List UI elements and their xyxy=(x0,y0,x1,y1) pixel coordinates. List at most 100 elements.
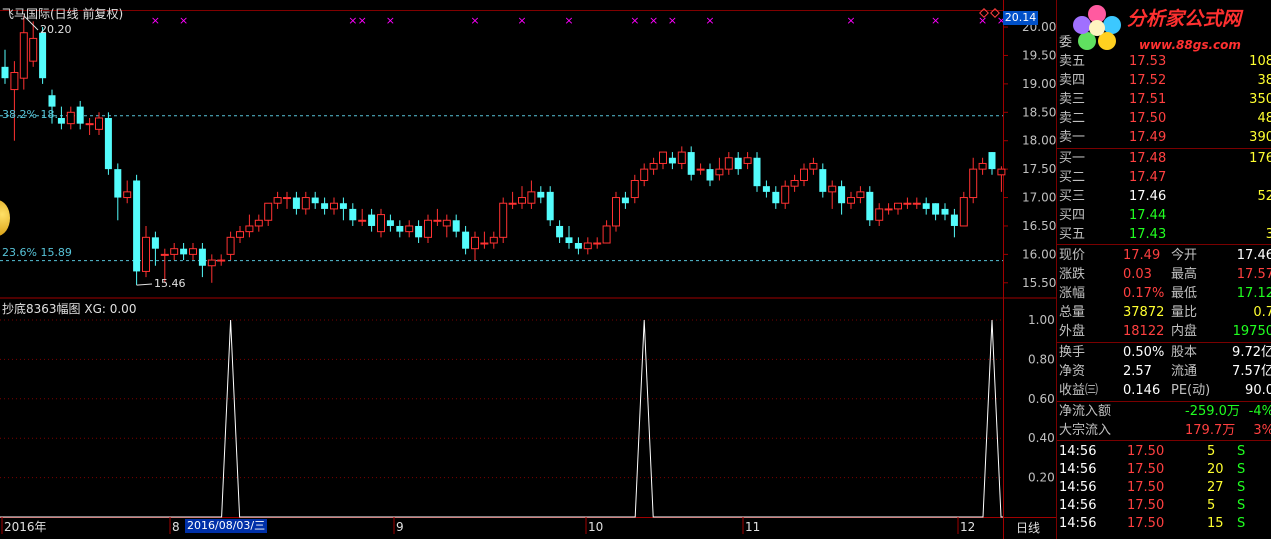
low-pointer xyxy=(136,283,153,286)
candle-body xyxy=(236,231,244,238)
tick-row: 14:56 17.50 20 S xyxy=(1057,460,1271,479)
stat-value: 19750 xyxy=(1232,324,1271,339)
bid-price: 17.47 xyxy=(1129,170,1167,185)
tick-row: 14:56 17.50 5 S xyxy=(1057,442,1271,461)
fund-value: 0.50% xyxy=(1123,345,1165,360)
candle-body xyxy=(151,237,159,249)
signal-marker: × xyxy=(517,14,526,27)
candle-body xyxy=(48,95,56,107)
candle-body xyxy=(556,225,564,238)
flow-percent: 3% xyxy=(1253,423,1271,438)
signal-marker: × xyxy=(846,14,855,27)
fund-label: 净资 xyxy=(1059,364,1086,379)
tick-price: 17.50 xyxy=(1127,516,1165,531)
candle-body xyxy=(866,191,874,221)
quote-panel: 分析家公式网 www.88gs.com 委 卖五17.53108卖四17.523… xyxy=(1056,0,1271,539)
stat-label: 涨幅 xyxy=(1059,286,1086,301)
candle-body xyxy=(809,162,818,170)
candle-body xyxy=(875,208,884,221)
stat-label: 现价 xyxy=(1059,248,1086,263)
candle-body xyxy=(273,197,282,204)
ask-label: 卖五 xyxy=(1059,54,1086,69)
candle-body xyxy=(724,157,733,170)
candle-body xyxy=(29,37,38,62)
x-axis-label: 11 xyxy=(745,520,760,534)
tick-price: 17.50 xyxy=(1127,498,1165,513)
ask-label: 卖三 xyxy=(1059,92,1086,107)
tick-time: 14:56 xyxy=(1059,444,1097,459)
indicator-axis-label: 0.40 xyxy=(1028,431,1055,445)
x-axis-label: 12 xyxy=(960,520,975,534)
candle-body xyxy=(10,72,19,91)
wei-row: 委 xyxy=(1057,33,1271,52)
flow-value: -259.0万 xyxy=(1185,404,1240,419)
signal-marker: × xyxy=(179,14,188,27)
fund-value: 90.0 xyxy=(1245,383,1271,398)
candle-body xyxy=(696,168,705,171)
fib-lower-label: 23.6% 15.89 xyxy=(2,246,72,259)
candle-body xyxy=(114,169,122,198)
candle-body xyxy=(668,157,676,164)
candle-body xyxy=(847,197,855,204)
candle-body xyxy=(950,214,958,226)
candle-body xyxy=(57,117,65,124)
flow-percent: -4% xyxy=(1248,404,1271,419)
x-axis-label: 2016年 xyxy=(4,520,47,534)
stat-value: 17.12 xyxy=(1236,286,1271,301)
fund-label: 收益㈢ xyxy=(1059,383,1099,398)
candle-body xyxy=(856,191,865,199)
bid-price: 17.48 xyxy=(1129,151,1167,166)
candle-body xyxy=(743,157,752,164)
candle-body xyxy=(583,242,592,250)
candle-body xyxy=(537,191,545,198)
candle-body xyxy=(330,202,338,210)
tick-price: 17.50 xyxy=(1127,480,1165,495)
fund-value: 7.57亿 xyxy=(1232,364,1271,379)
candle-body xyxy=(706,169,714,181)
candle-body xyxy=(649,162,658,170)
candle-body xyxy=(838,186,846,204)
indicator-axis-label: 0.60 xyxy=(1028,392,1055,406)
stat-value: 17.49 xyxy=(1123,248,1161,263)
bid-price: 17.46 xyxy=(1129,189,1167,204)
bid-row: 买四 17.44 xyxy=(1057,206,1271,225)
price-axis-label: 16.00 xyxy=(1022,247,1056,261)
signal-marker: × xyxy=(470,14,479,27)
tick-row: 14:56 17.50 5 S xyxy=(1057,496,1271,515)
quote-stat-row: 现价 17.49 今开 17.46 xyxy=(1057,246,1271,265)
candle-body xyxy=(85,123,94,126)
wei-label: 委 xyxy=(1059,35,1073,50)
candle-body xyxy=(781,185,790,204)
flow-label: 大宗流入 xyxy=(1059,423,1112,438)
candle-body xyxy=(386,220,394,226)
candle-body xyxy=(884,208,893,211)
ask-volume: 38 xyxy=(1257,73,1271,88)
kline-chart-canvas[interactable]: 20.0019.5019.0018.5018.0017.5017.0016.50… xyxy=(0,0,1056,539)
quote-stat-row: 总量 37872 量比 0.7 xyxy=(1057,303,1271,322)
period-button[interactable]: 日线 xyxy=(1016,519,1040,536)
kline-chart-area[interactable]: 20.00 19.50 19.00 18.50 18.00 17.50 17.00 16.50… xyxy=(0,0,1056,539)
candle-body xyxy=(189,248,197,255)
candle-body xyxy=(405,225,414,233)
candle-body xyxy=(800,168,808,181)
flow-row: 净流入额 -259.0万 -4% xyxy=(1057,402,1271,421)
candle-body xyxy=(941,208,949,215)
signal-marker: × xyxy=(358,14,367,27)
ask-price: 17.50 xyxy=(1129,111,1167,126)
candle-body xyxy=(997,168,1006,176)
indicator-axis-label: 1.00 xyxy=(1028,313,1055,327)
ask-volume: 48 xyxy=(1257,111,1271,126)
ask-volume: 108 xyxy=(1249,54,1271,69)
bid-row: 买三 17.46 52 xyxy=(1057,187,1271,206)
candle-body xyxy=(170,248,179,255)
ask-price: 17.52 xyxy=(1129,73,1167,88)
fund-value: 9.72亿 xyxy=(1232,345,1271,360)
bid-volume: 176 xyxy=(1249,151,1271,166)
candle-body xyxy=(894,202,902,210)
price-axis-label: 18.00 xyxy=(1022,134,1056,148)
ask-row: 卖三 17.51 350 xyxy=(1057,90,1271,109)
tick-side: S xyxy=(1237,444,1246,459)
candle-body xyxy=(1,66,9,79)
stat-value: 17.46 xyxy=(1236,248,1271,263)
stat-label: 内盘 xyxy=(1171,324,1198,339)
